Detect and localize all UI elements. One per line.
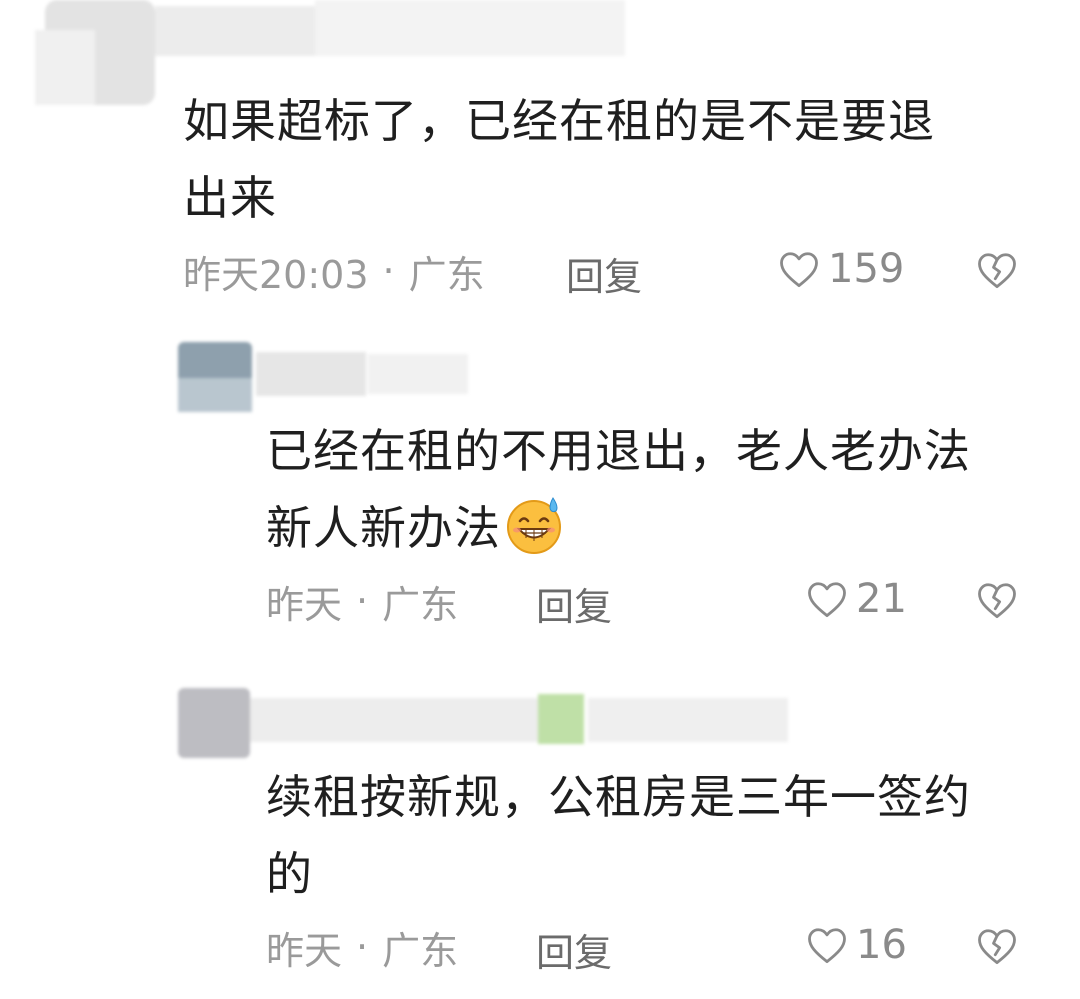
grinning-sweat-emoji [503,494,565,579]
comment-3-text-line-1: 续租按新规，公租房是三年一签约 [266,770,971,824]
comment-3-user-header-blurred[interactable] [178,684,798,764]
broken-heart-icon [978,253,1016,289]
comment-2: 已经在租的不用退出，老人老办法 新人新办法 昨天 · 广东 回复 21 [0,330,1080,650]
comment-2-time: 昨天 [266,582,343,627]
comment-1-meta: 昨天20:03 · 广东 [183,246,485,297]
comment-3-meta: 昨天 · 广东 [266,922,459,973]
heart-outline-icon [780,252,818,288]
meta-separator: · [356,925,369,969]
broken-heart-icon [978,929,1016,965]
comment-1: 如果超标了，已经在租的是不是要退 出来 昨天20:03 · 广东 回复 159 [0,0,1080,310]
heart-outline-icon [808,928,846,964]
comment-3-like-count: 16 [856,922,907,968]
comment-1-text-line-2: 出来 [183,171,277,225]
comment-2-user-header-blurred[interactable] [178,338,478,418]
broken-heart-icon [978,583,1016,619]
meta-separator: · [356,579,369,623]
comment-2-like-button[interactable]: 21 [806,576,907,622]
comment-3-reply-button[interactable]: 回复 [536,922,612,977]
comment-3-text-line-2: 的 [266,847,313,901]
comment-2-text: 已经在租的不用退出，老人老办法 新人新办法 [266,413,1066,579]
comment-2-dislike-button[interactable] [976,580,1018,624]
comment-3-dislike-button[interactable] [976,926,1018,970]
comment-1-text: 如果超标了，已经在租的是不是要退 出来 [183,83,1043,237]
comment-1-text-line-1: 如果超标了，已经在租的是不是要退 [183,94,935,148]
comment-2-meta: 昨天 · 广东 [266,576,459,627]
comment-3: 续租按新规，公租房是三年一签约 的 昨天 · 广东 回复 16 [0,676,1080,999]
comment-1-time: 昨天20:03 [183,252,369,297]
comment-1-reply-button[interactable]: 回复 [566,246,642,301]
comment-3-like-button[interactable]: 16 [806,922,907,968]
comment-2-text-line-2: 新人新办法 [266,490,1066,579]
comment-2-text-line-1: 已经在租的不用退出，老人老办法 [266,424,971,478]
meta-separator: · [382,249,395,293]
comment-2-text-line-2-content: 新人新办法 [266,501,501,555]
comment-1-dislike-button[interactable] [976,250,1018,294]
comment-2-reply-button[interactable]: 回复 [536,576,612,631]
comment-2-like-count: 21 [856,576,907,622]
heart-outline-icon [808,582,846,618]
comment-3-text: 续租按新规，公租房是三年一签约 的 [266,759,1066,913]
comment-1-like-button[interactable]: 159 [778,246,904,292]
comment-3-location: 广东 [382,928,459,973]
comment-1-location: 广东 [408,252,485,297]
comment-3-time: 昨天 [266,928,343,973]
comment-2-location: 广东 [382,582,459,627]
comment-1-like-count: 159 [828,246,905,292]
